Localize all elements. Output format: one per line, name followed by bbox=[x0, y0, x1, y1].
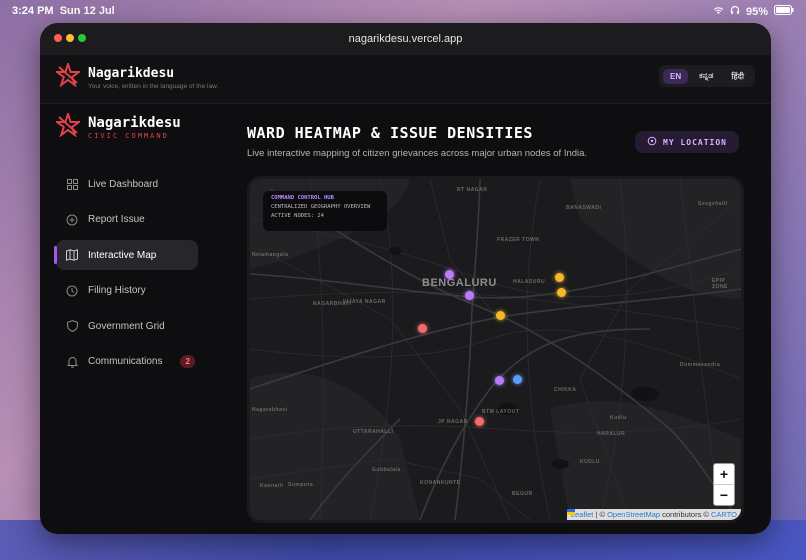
status-date: Sun 12 Jul bbox=[59, 5, 115, 17]
shield-icon bbox=[66, 320, 78, 332]
attribution-sep: | © bbox=[593, 510, 608, 519]
place-label: JP NAGAR bbox=[438, 419, 468, 425]
map-marker-purple[interactable] bbox=[444, 269, 454, 279]
map-marker-blue[interactable] bbox=[512, 374, 522, 384]
lang-en[interactable]: EN bbox=[663, 68, 689, 84]
sidebar-nav: Live Dashboard Report Issue Interactive … bbox=[54, 169, 198, 382]
osm-link[interactable]: OpenStreetMap bbox=[607, 510, 660, 519]
plus-circle-icon bbox=[66, 214, 78, 226]
sidebar-item-label: Communications bbox=[88, 356, 163, 367]
map-marker-purple[interactable] bbox=[464, 290, 474, 300]
battery-icon bbox=[774, 5, 794, 18]
place-label: HARALUR bbox=[597, 431, 626, 437]
place-label: UTTARAHALLI bbox=[353, 429, 394, 435]
place-label: RT NAGAR bbox=[457, 187, 488, 193]
zoom-control: + − bbox=[713, 463, 735, 506]
sidebar-item-filing-history[interactable]: Filing History bbox=[56, 276, 198, 306]
sidebar-brand-name: Nagarikdesu bbox=[88, 115, 181, 131]
hub-title: COMMAND CONTROL HUB bbox=[271, 195, 334, 201]
sidebar-item-government-grid[interactable]: Government Grid bbox=[56, 311, 198, 341]
url-bar[interactable]: nagarikdesu.vercel.app bbox=[40, 33, 771, 45]
browser-window: nagarikdesu.vercel.app Nagarikdesu Your … bbox=[40, 23, 771, 534]
place-label: Seegehalli bbox=[698, 201, 728, 207]
header-brand[interactable]: Nagarikdesu Your voice, written in the l… bbox=[53, 60, 219, 92]
place-label: CHIKKA bbox=[554, 387, 577, 393]
map-icon bbox=[66, 249, 78, 261]
map-attribution: Leaflet | © OpenStreetMap contributors ©… bbox=[566, 509, 741, 520]
sidebar: Nagarikdesu CIVIC COMMAND Live Dashboard… bbox=[40, 103, 220, 534]
sidebar-brand[interactable]: Nagarikdesu CIVIC COMMAND bbox=[53, 110, 181, 142]
place-label: Nelamangala bbox=[252, 252, 289, 258]
lang-hindi[interactable]: हिंदी bbox=[724, 68, 751, 85]
place-label: Gubbalala bbox=[372, 467, 401, 473]
place-label: KUDLU bbox=[580, 459, 600, 465]
bell-icon bbox=[66, 356, 78, 368]
hub-line: CENTRALIZED GEOGRAPHY OVERVIEW bbox=[271, 204, 371, 210]
sidebar-item-interactive-map[interactable]: Interactive Map bbox=[54, 240, 198, 270]
battery-percent: 95% bbox=[745, 5, 768, 18]
sidebar-item-report-issue[interactable]: Report Issue bbox=[56, 205, 198, 235]
map-marker-red[interactable] bbox=[417, 323, 427, 333]
zoom-in-button[interactable]: + bbox=[714, 464, 734, 485]
star-logo-icon bbox=[53, 110, 83, 142]
star-logo-icon bbox=[53, 60, 83, 92]
page-subtitle: Live interactive mapping of citizen grie… bbox=[247, 148, 588, 159]
my-location-button[interactable]: MY LOCATION bbox=[635, 131, 739, 153]
my-location-label: MY LOCATION bbox=[663, 137, 727, 147]
page-title: WARD HEATMAP & ISSUE DENSITIES bbox=[247, 124, 533, 142]
interactive-map[interactable]: RT NAGAR BANASWADI Seegehalli FRAZER TOW… bbox=[247, 176, 744, 523]
zoom-out-button[interactable]: − bbox=[714, 485, 734, 505]
crosshair-icon bbox=[647, 136, 657, 148]
sidebar-item-label: Interactive Map bbox=[88, 249, 157, 261]
attribution-contributors: contributors © bbox=[660, 510, 712, 519]
place-label: Sompura bbox=[288, 482, 314, 488]
place-label: EPIP ZONE bbox=[712, 278, 728, 290]
sidebar-brand-sub: CIVIC COMMAND bbox=[88, 132, 169, 140]
map-marker-red[interactable] bbox=[474, 416, 484, 426]
place-label: KONANKUNTE bbox=[420, 480, 461, 486]
status-time: 3:24 PM bbox=[12, 5, 54, 17]
sidebar-item-label: Filing History bbox=[88, 285, 146, 296]
place-label: Kudlu bbox=[610, 415, 627, 421]
place-label: HALASURU bbox=[513, 279, 546, 285]
clock-icon bbox=[66, 285, 78, 297]
map-marker-purple[interactable] bbox=[494, 375, 504, 385]
app-header: Nagarikdesu Your voice, written in the l… bbox=[40, 55, 771, 104]
notification-badge: 2 bbox=[180, 355, 195, 368]
place-label: BEGUR bbox=[512, 491, 533, 497]
language-switcher: EN ಕನ್ನಡ हिंदी bbox=[659, 65, 755, 87]
map-marker-yellow[interactable] bbox=[554, 272, 564, 282]
place-label: BTM LAYOUT bbox=[482, 409, 520, 415]
place-label: Dommasandra bbox=[680, 362, 721, 368]
sidebar-item-label: Government Grid bbox=[88, 320, 165, 332]
grid-icon bbox=[66, 178, 78, 190]
map-marker-yellow[interactable] bbox=[495, 310, 505, 320]
wifi-icon bbox=[713, 6, 724, 18]
header-tagline: Your voice, written in the language of t… bbox=[88, 82, 219, 90]
main-content: WARD HEATMAP & ISSUE DENSITIES Live inte… bbox=[247, 103, 771, 534]
sidebar-item-live-dashboard[interactable]: Live Dashboard bbox=[56, 169, 198, 199]
status-bar: 3:24 PM Sun 12 Jul 95% bbox=[0, 0, 806, 22]
sidebar-item-communications[interactable]: Communications 2 bbox=[56, 347, 198, 377]
place-label: Nagarabhavi bbox=[252, 407, 288, 413]
place-label: VIJAYA NAGAR bbox=[343, 299, 386, 305]
place-label: BANASWADI bbox=[566, 205, 602, 211]
sidebar-item-label: Live Dashboard bbox=[88, 178, 159, 190]
browser-titlebar: nagarikdesu.vercel.app bbox=[40, 23, 771, 55]
header-brand-name: Nagarikdesu bbox=[88, 65, 175, 81]
map-marker-yellow[interactable] bbox=[556, 287, 566, 297]
carto-link[interactable]: CARTO bbox=[711, 510, 737, 519]
lang-kannada[interactable]: ಕನ್ನಡ bbox=[692, 68, 720, 84]
place-label: FRAZER TOWN bbox=[497, 237, 540, 243]
place-label: Kannalli bbox=[260, 483, 284, 489]
headphones-icon bbox=[730, 5, 740, 18]
sidebar-item-label: Report Issue bbox=[88, 214, 145, 225]
city-label: BENGALURU bbox=[422, 277, 497, 289]
hub-active-nodes: ACTIVE NODES: 24 bbox=[271, 213, 324, 219]
command-hub-panel: COMMAND CONTROL HUB CENTRALIZED GEOGRAPH… bbox=[263, 191, 387, 231]
